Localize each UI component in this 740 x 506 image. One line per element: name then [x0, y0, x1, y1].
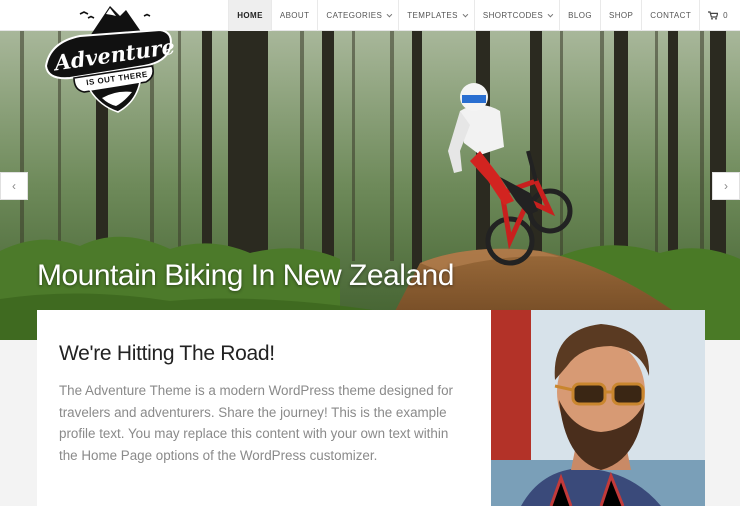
nav-item-contact[interactable]: Contact: [641, 0, 699, 31]
nav-item-home[interactable]: Home: [228, 0, 271, 31]
chevron-down-icon: [547, 11, 554, 17]
nav-label: Templates: [407, 11, 458, 20]
profile-text: The Adventure Theme is a modern WordPres…: [59, 383, 453, 463]
man-portrait-image: [491, 310, 705, 506]
main-nav: Home About Categories Templates Shortcod…: [228, 0, 740, 31]
cart-count: 0: [723, 11, 728, 20]
nav-label: Blog: [568, 11, 592, 20]
nav-item-shop[interactable]: Shop: [599, 0, 641, 31]
slider-next-button[interactable]: ›: [712, 172, 740, 200]
profile-card: We're Hitting The Road! The Adventure Th…: [37, 310, 491, 506]
nav-label: Shortcodes: [482, 11, 544, 20]
hero-title: Mountain Biking In New Zealand: [37, 259, 454, 292]
profile-title: We're Hitting The Road!: [59, 342, 275, 365]
chevron-left-icon: ‹: [12, 179, 16, 193]
nav-label: About: [279, 11, 310, 20]
nav-cart[interactable]: 0: [699, 0, 740, 31]
nav-label: Contact: [650, 11, 692, 20]
nav-item-blog[interactable]: Blog: [559, 0, 600, 31]
site-logo[interactable]: Adventure IS OUT THERE: [40, 2, 176, 118]
nav-item-shortcodes[interactable]: Shortcodes: [473, 0, 559, 31]
nav-item-about[interactable]: About: [270, 0, 318, 31]
chevron-right-icon: ›: [724, 179, 728, 193]
profile-photo: [491, 310, 705, 506]
cart-icon: [708, 11, 719, 20]
nav-item-categories[interactable]: Categories: [317, 0, 398, 31]
chevron-down-icon: [386, 11, 393, 17]
chevron-down-icon: [462, 11, 469, 17]
nav-label: Home: [237, 11, 263, 20]
nav-item-templates[interactable]: Templates: [398, 0, 474, 31]
nav-label: Categories: [326, 11, 383, 20]
nav-label: Shop: [608, 11, 634, 20]
slider-prev-button[interactable]: ‹: [0, 172, 28, 200]
